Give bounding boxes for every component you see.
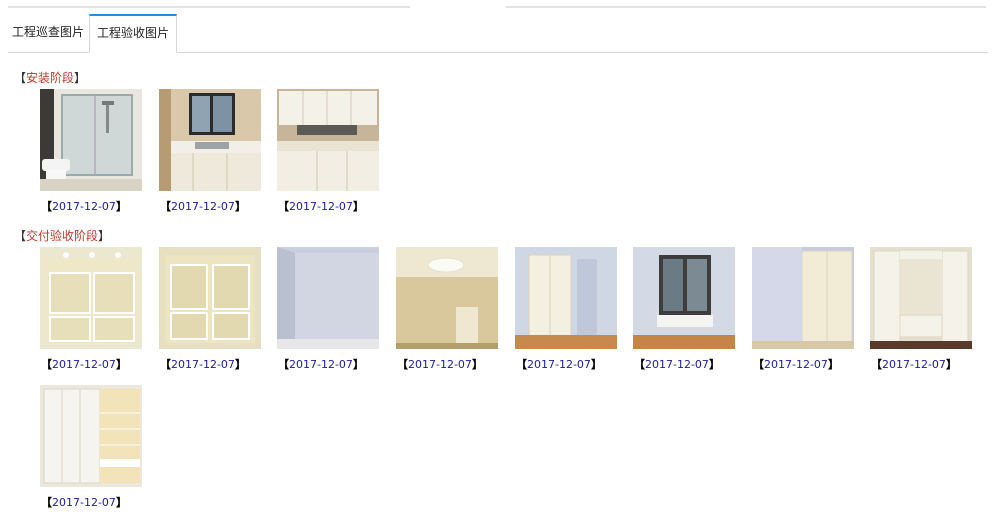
- bracket-close: 】: [352, 200, 364, 213]
- photo-thumbnail[interactable]: [40, 247, 142, 349]
- photo-thumbnail[interactable]: [277, 89, 379, 191]
- photo-image: [396, 247, 498, 349]
- bracket-close: 】: [708, 358, 720, 371]
- photo-date-text: 2017-12-07: [527, 358, 591, 371]
- photo-date-text: 2017-12-07: [52, 200, 116, 213]
- bracket-open: 【: [753, 358, 764, 371]
- photo-date-text: 2017-12-07: [764, 358, 828, 371]
- bracket-close: 】: [115, 200, 127, 213]
- section-title-installation: 【安装阶段】: [14, 69, 86, 86]
- photo-thumbnail[interactable]: [870, 247, 972, 349]
- photo-date-text: 2017-12-07: [52, 496, 116, 509]
- photo-thumbnail[interactable]: [396, 247, 498, 349]
- bracket-open: 【: [397, 358, 408, 371]
- bracket-open: 【: [516, 358, 527, 371]
- photo-thumbnail[interactable]: [633, 247, 735, 349]
- bracket-close: 】: [945, 358, 957, 371]
- photo-date-text: 2017-12-07: [289, 358, 353, 371]
- bracket-open: 【: [634, 358, 645, 371]
- top-divider-left: [8, 6, 410, 8]
- photo-image: [870, 247, 972, 349]
- photo-date-link[interactable]: 【2017-12-07】: [278, 198, 364, 214]
- bracket-close: 】: [471, 358, 483, 371]
- photo-date-link[interactable]: 【2017-12-07】: [516, 356, 602, 372]
- section-title-text: 安装阶段: [26, 71, 75, 85]
- bracket-open: 【: [278, 200, 289, 213]
- photo-image: [40, 385, 142, 487]
- bracket-open: 【: [14, 229, 27, 243]
- bracket-open: 【: [41, 358, 52, 371]
- photo-date-link[interactable]: 【2017-12-07】: [278, 356, 364, 372]
- bracket-open: 【: [160, 358, 171, 371]
- photo-thumbnail[interactable]: [752, 247, 854, 349]
- bracket-open: 【: [41, 200, 52, 213]
- photo-date-link[interactable]: 【2017-12-07】: [871, 356, 957, 372]
- photo-date-link[interactable]: 【2017-12-07】: [160, 198, 246, 214]
- photo-thumbnail[interactable]: [277, 247, 379, 349]
- photo-thumbnail[interactable]: [40, 385, 142, 487]
- photo-date-text: 2017-12-07: [171, 358, 235, 371]
- photo-date-text: 2017-12-07: [882, 358, 946, 371]
- photo-date-link[interactable]: 【2017-12-07】: [753, 356, 839, 372]
- photo-image: [277, 89, 379, 191]
- photo-date-link[interactable]: 【2017-12-07】: [634, 356, 720, 372]
- photo-image: [277, 247, 379, 349]
- bracket-open: 【: [278, 358, 289, 371]
- photo-date-link[interactable]: 【2017-12-07】: [397, 356, 483, 372]
- photo-image: [633, 247, 735, 349]
- photo-thumbnail[interactable]: [515, 247, 617, 349]
- photo-date-link[interactable]: 【2017-12-07】: [160, 356, 246, 372]
- tab-inspection-photos[interactable]: 工程巡查图片: [8, 14, 88, 51]
- bracket-close: 】: [115, 496, 127, 509]
- photo-date-text: 2017-12-07: [289, 200, 353, 213]
- photo-date-text: 2017-12-07: [408, 358, 472, 371]
- bracket-close: 】: [234, 200, 246, 213]
- photo-date-link[interactable]: 【2017-12-07】: [41, 494, 127, 510]
- photo-image: [752, 247, 854, 349]
- photo-date-link[interactable]: 【2017-12-07】: [41, 356, 127, 372]
- top-divider-right: [506, 6, 986, 8]
- bracket-open: 【: [160, 200, 171, 213]
- top-divider: [8, 6, 986, 9]
- photo-thumbnail[interactable]: [159, 89, 261, 191]
- bracket-close: 】: [352, 358, 364, 371]
- bracket-close: 】: [115, 358, 127, 371]
- bracket-open: 【: [871, 358, 882, 371]
- photo-image: [40, 247, 142, 349]
- photo-date-text: 2017-12-07: [52, 358, 116, 371]
- photo-image: [159, 247, 261, 349]
- bracket-close: 】: [590, 358, 602, 371]
- photo-image: [515, 247, 617, 349]
- bracket-open: 【: [41, 496, 52, 509]
- photo-image: [159, 89, 261, 191]
- bracket-close: 】: [234, 358, 246, 371]
- photo-image: [40, 89, 142, 191]
- photo-date-text: 2017-12-07: [645, 358, 709, 371]
- tab-bar: 工程巡查图片 工程验收图片: [8, 14, 988, 53]
- section-title-delivery: 【交付验收阶段】: [14, 227, 110, 244]
- bracket-close: 】: [74, 71, 87, 85]
- section-title-text: 交付验收阶段: [26, 229, 99, 243]
- bracket-open: 【: [14, 71, 27, 85]
- tab-acceptance-photos[interactable]: 工程验收图片: [89, 14, 177, 53]
- photo-date-text: 2017-12-07: [171, 200, 235, 213]
- bracket-close: 】: [98, 229, 111, 243]
- photo-thumbnail[interactable]: [40, 89, 142, 191]
- photo-date-link[interactable]: 【2017-12-07】: [41, 198, 127, 214]
- photo-thumbnail[interactable]: [159, 247, 261, 349]
- bracket-close: 】: [827, 358, 839, 371]
